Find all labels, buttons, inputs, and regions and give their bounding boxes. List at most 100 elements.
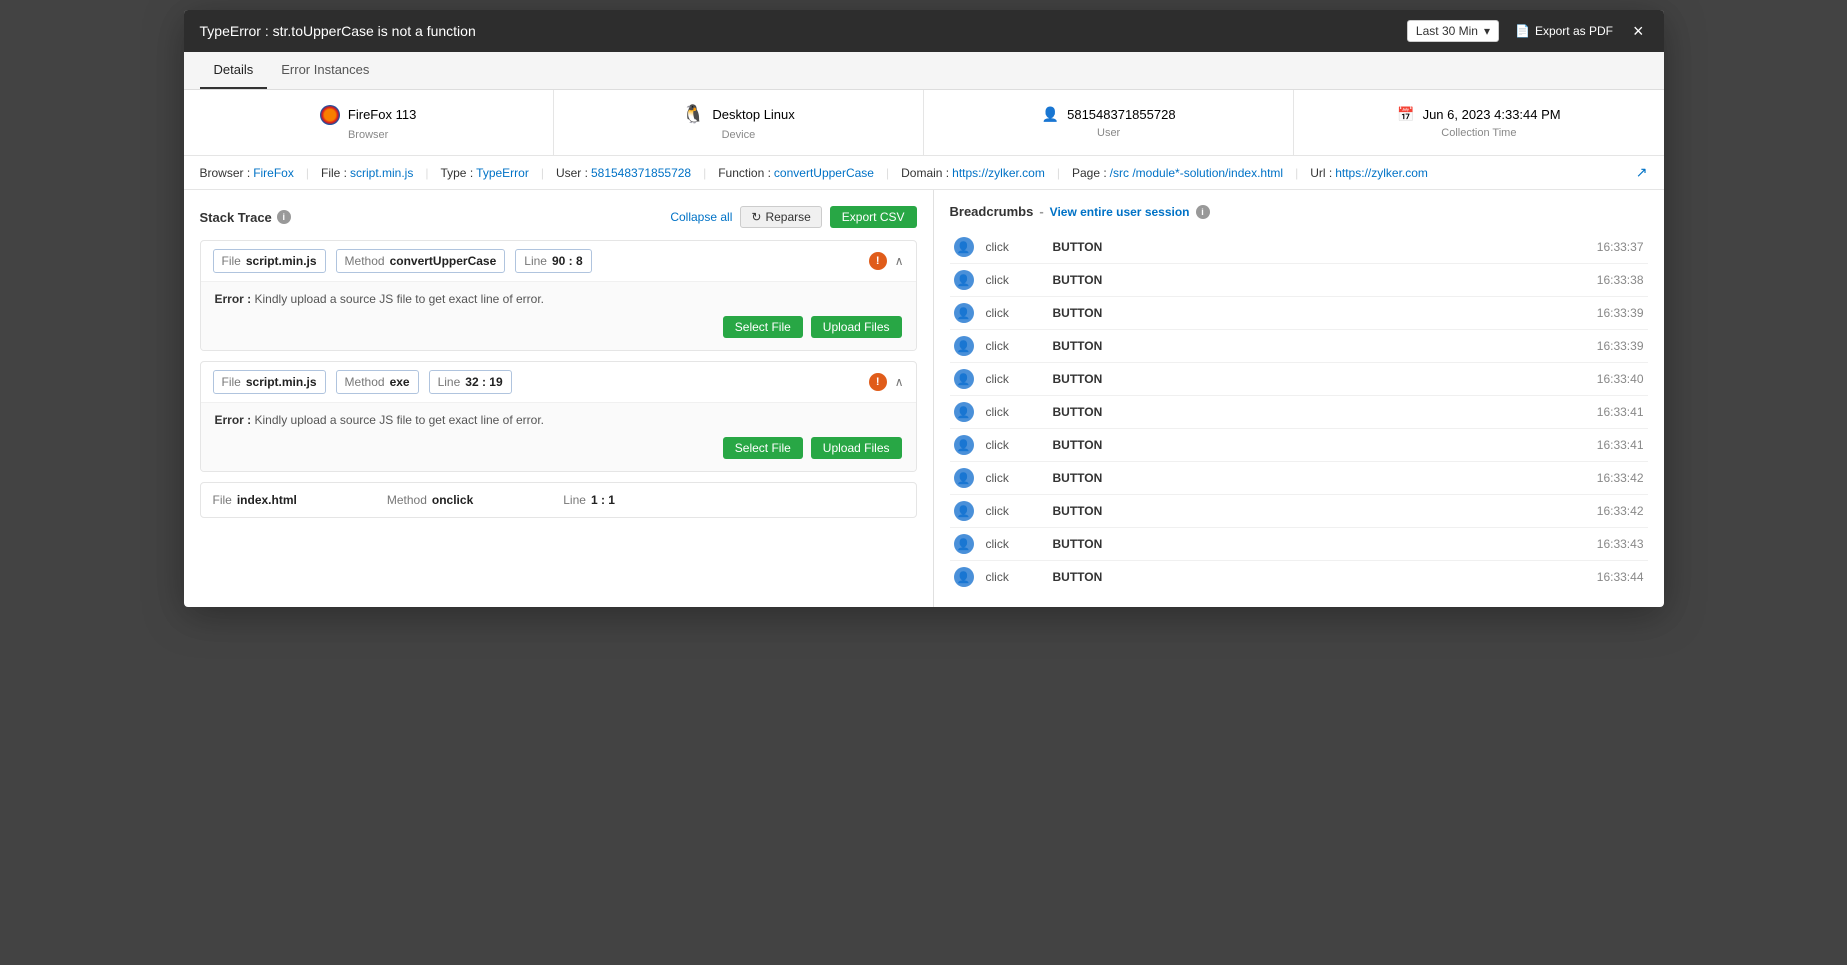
stack-item-1-body: Error : Kindly upload a source JS file t… — [201, 402, 916, 471]
select-file-button-0[interactable]: Select File — [723, 316, 803, 338]
breadcrumb-action-3: click — [986, 339, 1041, 353]
breadcrumb-time-4: 16:33:40 — [1597, 372, 1644, 386]
breadcrumb-action-0: click — [986, 240, 1041, 254]
breadcrumb-element-10: BUTTON — [1053, 570, 1585, 584]
modal-body: FireFox 113 Browser 🐧 Desktop Linux Devi… — [184, 90, 1664, 607]
breadcrumb-user-icon-1: 👤 — [954, 270, 974, 290]
browser-name: FireFox 113 — [348, 107, 416, 122]
tab-error-instances[interactable]: Error Instances — [267, 52, 383, 89]
upload-files-button-0[interactable]: Upload Files — [811, 316, 902, 338]
left-panel: Stack Trace i Collapse all ↻ Reparse Exp… — [184, 190, 934, 607]
breadcrumb-action-6: click — [986, 438, 1041, 452]
browser-label: Browser — [348, 129, 388, 141]
breadcrumb-time-7: 16:33:42 — [1597, 471, 1644, 485]
breadcrumb-time-5: 16:33:41 — [1597, 405, 1644, 419]
chevron-down-icon: ▾ — [1484, 24, 1490, 38]
tabs-bar: Details Error Instances — [184, 52, 1664, 90]
breadcrumb-row-5: 👤 click BUTTON 16:33:41 — [950, 396, 1648, 429]
stack-trace-actions: Collapse all ↻ Reparse Export CSV — [670, 206, 916, 228]
stack-trace-title: Stack Trace i — [200, 210, 291, 225]
close-button[interactable]: × — [1629, 22, 1648, 40]
breadcrumb-user-icon-4: 👤 — [954, 369, 974, 389]
info-bar: FireFox 113 Browser 🐧 Desktop Linux Devi… — [184, 90, 1664, 156]
browser-info: FireFox 113 — [320, 105, 416, 125]
meta-type: Type : TypeError — [440, 166, 528, 180]
linux-icon: 🐧 — [682, 104, 704, 125]
error-modal: TypeError : str.toUpperCase is not a fun… — [184, 10, 1664, 607]
collapse-all-link[interactable]: Collapse all — [670, 210, 732, 224]
breadcrumbs-title: Breadcrumbs — [950, 204, 1034, 219]
meta-browser-link[interactable]: FireFox — [253, 166, 294, 180]
export-pdf-button[interactable]: 📄 Export as PDF — [1509, 21, 1619, 41]
meta-type-link[interactable]: TypeError — [476, 166, 529, 180]
breadcrumb-action-7: click — [986, 471, 1041, 485]
stack-item-0-body: Error : Kindly upload a source JS file t… — [201, 281, 916, 350]
collection-time-value: Jun 6, 2023 4:33:44 PM — [1423, 107, 1561, 122]
breadcrumb-row-3: 👤 click BUTTON 16:33:39 — [950, 330, 1648, 363]
device-name: Desktop Linux — [712, 107, 794, 122]
stack-simple-method-field-2: Method onclick — [387, 493, 473, 507]
stack-file-field-0: File script.min.js — [213, 249, 326, 273]
meta-function-link[interactable]: convertUpperCase — [774, 166, 874, 180]
meta-page-link[interactable]: /src /module*-solution/index.html — [1110, 166, 1283, 180]
collection-time-cell: 📅 Jun 6, 2023 4:33:44 PM Collection Time — [1294, 90, 1663, 155]
stack-line-field-0: Line 90 : 8 — [515, 249, 591, 273]
stack-file-actions-0: Select File Upload Files — [215, 316, 902, 338]
stack-error-msg-1: Error : Kindly upload a source JS file t… — [215, 413, 902, 427]
external-link-icon[interactable]: ↗ — [1636, 164, 1648, 181]
breadcrumb-element-5: BUTTON — [1053, 405, 1585, 419]
stack-item-1: File script.min.js Method exe Line 32 : … — [200, 361, 917, 472]
meta-file-link[interactable]: script.min.js — [350, 166, 413, 180]
chevron-up-icon-1[interactable]: ∧ — [895, 375, 904, 389]
meta-domain-link[interactable]: https://zylker.com — [952, 166, 1045, 180]
device-label: Device — [722, 129, 756, 141]
modal-overlay: TypeError : str.toUpperCase is not a fun… — [0, 0, 1847, 965]
time-dropdown-value: Last 30 Min — [1416, 24, 1478, 38]
reparse-button[interactable]: ↻ Reparse — [740, 206, 821, 228]
meta-user: User : 581548371855728 — [556, 166, 691, 180]
breadcrumbs-header: Breadcrumbs - View entire user session i — [950, 204, 1648, 219]
meta-url-link[interactable]: https://zylker.com — [1335, 166, 1428, 180]
breadcrumb-time-6: 16:33:41 — [1597, 438, 1644, 452]
meta-user-link[interactable]: 581548371855728 — [591, 166, 691, 180]
breadcrumb-user-icon-9: 👤 — [954, 534, 974, 554]
breadcrumb-user-icon-2: 👤 — [954, 303, 974, 323]
breadcrumb-action-5: click — [986, 405, 1041, 419]
breadcrumb-row-10: 👤 click BUTTON 16:33:44 — [950, 561, 1648, 593]
select-file-button-1[interactable]: Select File — [723, 437, 803, 459]
breadcrumb-user-icon-3: 👤 — [954, 336, 974, 356]
chevron-up-icon-0[interactable]: ∧ — [895, 254, 904, 268]
view-session-link[interactable]: View entire user session — [1050, 205, 1190, 219]
stack-right-0: ! ∧ — [869, 252, 904, 270]
breadcrumb-element-3: BUTTON — [1053, 339, 1585, 353]
stack-simple-line-field-2: Line 1 : 1 — [563, 493, 615, 507]
pdf-icon: 📄 — [1515, 24, 1530, 38]
stack-line-field-1: Line 32 : 19 — [429, 370, 512, 394]
user-cell: 👤 581548371855728 User — [924, 90, 1294, 155]
user-id: 581548371855728 — [1067, 107, 1175, 122]
meta-row: Browser : FireFox | File : script.min.js… — [184, 156, 1664, 190]
right-panel: Breadcrumbs - View entire user session i… — [934, 190, 1664, 607]
stack-file-actions-1: Select File Upload Files — [215, 437, 902, 459]
breadcrumb-time-10: 16:33:44 — [1597, 570, 1644, 584]
meta-browser: Browser : FireFox — [200, 166, 294, 180]
warning-icon-0: ! — [869, 252, 887, 270]
breadcrumb-user-icon-10: 👤 — [954, 567, 974, 587]
breadcrumb-row-8: 👤 click BUTTON 16:33:42 — [950, 495, 1648, 528]
calendar-icon: 📅 — [1397, 106, 1414, 123]
export-csv-button[interactable]: Export CSV — [830, 206, 917, 228]
breadcrumbs-info-icon: i — [1196, 205, 1210, 219]
time-dropdown[interactable]: Last 30 Min ▾ — [1407, 20, 1499, 42]
breadcrumb-row-6: 👤 click BUTTON 16:33:41 — [950, 429, 1648, 462]
stack-item-2: File index.html Method onclick Line 1 : … — [200, 482, 917, 518]
user-info: 👤 581548371855728 — [1042, 106, 1176, 123]
meta-domain: Domain : https://zylker.com — [901, 166, 1045, 180]
breadcrumb-user-icon-5: 👤 — [954, 402, 974, 422]
breadcrumb-row-7: 👤 click BUTTON 16:33:42 — [950, 462, 1648, 495]
modal-header: TypeError : str.toUpperCase is not a fun… — [184, 10, 1664, 52]
breadcrumb-action-8: click — [986, 504, 1041, 518]
upload-files-button-1[interactable]: Upload Files — [811, 437, 902, 459]
meta-page: Page : /src /module*-solution/index.html — [1072, 166, 1283, 180]
breadcrumb-row-2: 👤 click BUTTON 16:33:39 — [950, 297, 1648, 330]
tab-details[interactable]: Details — [200, 52, 268, 89]
